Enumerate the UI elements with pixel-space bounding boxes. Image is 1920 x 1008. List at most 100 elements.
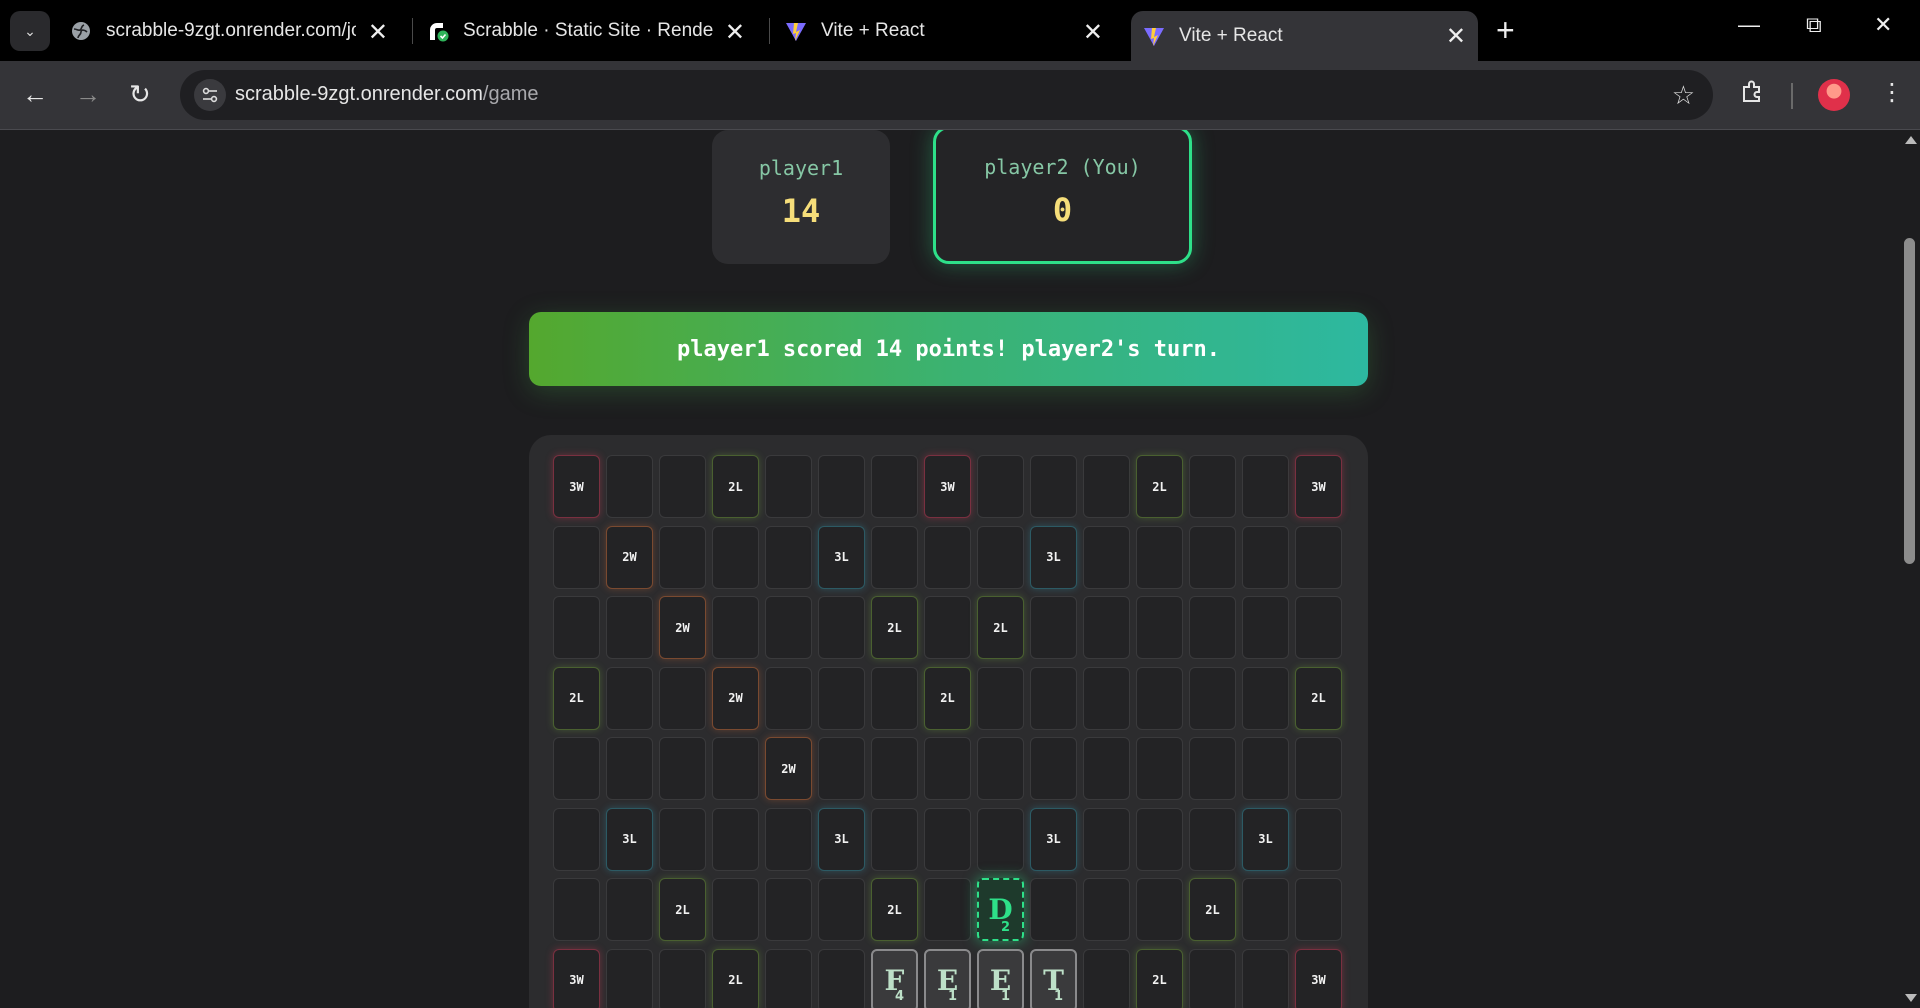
board-cell-bonus-3w[interactable]: 3W — [553, 948, 600, 1008]
board-cell[interactable] — [553, 737, 600, 800]
tab-1[interactable]: scrabble-9zgt.onrender.com/joi ✕ — [70, 11, 400, 51]
board-cell[interactable] — [818, 666, 865, 730]
board-cell[interactable] — [712, 596, 759, 659]
board-cell-bonus-3l[interactable]: 3L — [818, 525, 865, 589]
board-cell[interactable] — [553, 525, 600, 589]
board-cell-bonus-3w[interactable]: 3W — [924, 455, 971, 518]
tab-3[interactable]: Vite + React ✕ — [785, 11, 1115, 51]
board-cell[interactable] — [1242, 878, 1289, 941]
board-cell[interactable] — [1295, 878, 1342, 941]
board-cell[interactable] — [1242, 948, 1289, 1008]
board-cell[interactable] — [1136, 525, 1183, 589]
board-cell[interactable] — [1136, 737, 1183, 800]
board-cell-bonus-2w[interactable]: 2W — [712, 666, 759, 730]
board-cell[interactable] — [1189, 455, 1236, 518]
board-cell[interactable] — [1295, 737, 1342, 800]
board-cell[interactable] — [924, 878, 971, 941]
reload-icon[interactable]: ↻ — [129, 79, 151, 110]
board-cell[interactable] — [1189, 948, 1236, 1008]
board-cell[interactable] — [712, 878, 759, 941]
board-cell[interactable] — [712, 737, 759, 800]
letter-tile[interactable]: F4 — [871, 948, 918, 1008]
close-icon[interactable]: ✕ — [1446, 22, 1466, 51]
board-cell-bonus-2l[interactable]: 2L — [712, 948, 759, 1008]
back-arrow-icon[interactable]: ← — [22, 79, 48, 110]
board-cell[interactable] — [977, 666, 1024, 730]
board-cell[interactable] — [606, 455, 653, 518]
board-cell[interactable] — [765, 666, 812, 730]
minimize-icon[interactable]: — — [1738, 12, 1760, 38]
letter-tile[interactable]: E1 — [977, 948, 1024, 1008]
board-cell[interactable] — [1030, 878, 1077, 941]
board-cell[interactable] — [1136, 878, 1183, 941]
board-cell-bonus-2l[interactable]: 2L — [1189, 878, 1236, 941]
tab-4-active[interactable]: Vite + React ✕ — [1131, 11, 1478, 61]
board-cell[interactable] — [765, 596, 812, 659]
board-cell[interactable] — [1083, 455, 1130, 518]
board-cell[interactable] — [553, 878, 600, 941]
board-cell[interactable] — [606, 878, 653, 941]
letter-tile[interactable]: T1 — [1030, 948, 1077, 1008]
board-cell-bonus-2l[interactable]: 2L — [871, 596, 918, 659]
board-cell-bonus-2l[interactable]: 2L — [871, 878, 918, 941]
page-scrollbar[interactable] — [1900, 130, 1920, 1008]
board-cell-bonus-2w[interactable]: 2W — [659, 596, 706, 659]
board-cell[interactable] — [977, 807, 1024, 871]
board-cell[interactable] — [871, 807, 918, 871]
board-cell[interactable] — [818, 455, 865, 518]
board-cell-bonus-2l[interactable]: 2L — [1295, 666, 1342, 730]
board-cell[interactable] — [1242, 666, 1289, 730]
address-bar[interactable]: scrabble-9zgt.onrender.com/game ☆ — [180, 70, 1713, 120]
board-cell-bonus-3w[interactable]: 3W — [1295, 948, 1342, 1008]
board-cell-bonus-3l[interactable]: 3L — [818, 807, 865, 871]
board-cell[interactable] — [553, 807, 600, 871]
board-cell[interactable] — [765, 455, 812, 518]
board-cell[interactable] — [1189, 737, 1236, 800]
board-cell-bonus-3w[interactable]: 3W — [553, 455, 600, 518]
board-cell[interactable] — [659, 948, 706, 1008]
board-cell[interactable] — [1083, 807, 1130, 871]
board-cell[interactable] — [659, 807, 706, 871]
site-info-icon[interactable] — [194, 79, 226, 111]
board-cell[interactable] — [924, 525, 971, 589]
board-cell[interactable] — [1242, 596, 1289, 659]
board-cell-bonus-3l[interactable]: 3L — [606, 807, 653, 871]
board-cell[interactable] — [924, 807, 971, 871]
board-cell-bonus-2l[interactable]: 2L — [924, 666, 971, 730]
restore-icon[interactable]: ⧉ — [1806, 12, 1822, 38]
extensions-puzzle-icon[interactable] — [1740, 78, 1766, 111]
close-icon[interactable]: ✕ — [1083, 18, 1103, 47]
board-cell[interactable] — [1242, 455, 1289, 518]
scroll-down-arrow-icon[interactable] — [1905, 994, 1917, 1002]
board-cell-bonus-3l[interactable]: 3L — [1030, 525, 1077, 589]
board-cell[interactable] — [871, 737, 918, 800]
board-cell-bonus-2l[interactable]: 2L — [659, 878, 706, 941]
board-cell[interactable] — [1242, 737, 1289, 800]
board-cell[interactable] — [659, 525, 706, 589]
scroll-thumb[interactable] — [1904, 238, 1915, 564]
more-menu-icon[interactable]: ⋮ — [1880, 78, 1904, 107]
board-cell[interactable] — [1136, 666, 1183, 730]
board-cell[interactable] — [818, 596, 865, 659]
board-cell[interactable] — [924, 596, 971, 659]
board-cell-bonus-3l[interactable]: 3L — [1242, 807, 1289, 871]
board-cell[interactable] — [606, 596, 653, 659]
board-cell[interactable] — [1189, 807, 1236, 871]
close-icon[interactable]: ✕ — [368, 18, 388, 47]
new-tab-plus-icon[interactable]: + — [1496, 12, 1515, 49]
board-cell-bonus-2l[interactable]: 2L — [553, 666, 600, 730]
board-cell[interactable] — [659, 455, 706, 518]
board-cell[interactable] — [818, 737, 865, 800]
board-cell[interactable] — [1083, 737, 1130, 800]
board-cell[interactable] — [712, 525, 759, 589]
profile-avatar[interactable] — [1818, 79, 1850, 111]
board-cell[interactable] — [1189, 596, 1236, 659]
board-cell[interactable] — [818, 948, 865, 1008]
board-cell-bonus-2l[interactable]: 2L — [977, 596, 1024, 659]
board-cell[interactable] — [924, 737, 971, 800]
board-cell[interactable] — [1083, 596, 1130, 659]
forward-arrow-icon[interactable]: → — [75, 79, 101, 110]
letter-tile[interactable]: E1 — [924, 948, 971, 1008]
placed-tile[interactable]: D2 — [977, 878, 1024, 941]
board-cell[interactable] — [765, 525, 812, 589]
